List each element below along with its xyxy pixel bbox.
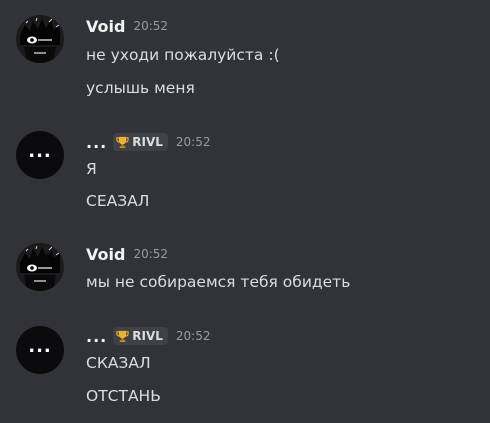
clan-tag-badge[interactable]: RIVL — [113, 327, 168, 345]
username[interactable]: Void — [86, 245, 125, 264]
message-text: услышь меня — [86, 79, 195, 97]
message-text: Я — [86, 160, 97, 178]
avatar[interactable]: ... — [16, 131, 64, 179]
timestamp[interactable]: 20:52 — [176, 329, 211, 343]
timestamp[interactable]: 20:52 — [133, 19, 168, 33]
avatar-label: ... — [28, 141, 52, 162]
username[interactable]: ... — [86, 327, 107, 346]
chat-message-list: Void 20:52 не уходи пожалуйста :( услышь… — [0, 0, 490, 423]
avatar-label: ... — [28, 336, 52, 357]
trophy-icon — [116, 136, 129, 148]
message-text: мы не собираемся тебя обидеть — [86, 273, 351, 291]
void-avatar-image — [16, 243, 64, 291]
message-header: Void 20:52 — [86, 243, 168, 265]
message-text: СКАЗАЛ — [86, 354, 151, 372]
timestamp[interactable]: 20:52 — [176, 135, 211, 149]
avatar[interactable]: ... — [16, 326, 64, 374]
message-header: ... RIVL 20:52 — [86, 325, 210, 347]
avatar[interactable] — [16, 243, 64, 291]
username[interactable]: ... — [86, 133, 107, 152]
timestamp[interactable]: 20:52 — [133, 247, 168, 261]
message-text: ОТСТАНЬ — [86, 387, 161, 405]
message-text: не уходи пожалуйста :( — [86, 46, 280, 64]
clan-tag-badge[interactable]: RIVL — [113, 133, 168, 151]
message-header: Void 20:52 — [86, 15, 168, 37]
message-header: ... RIVL 20:52 — [86, 131, 210, 153]
void-avatar-image — [16, 15, 64, 63]
trophy-icon — [116, 330, 129, 342]
username[interactable]: Void — [86, 17, 125, 36]
clan-tag-label: RIVL — [132, 329, 163, 343]
avatar[interactable] — [16, 15, 64, 63]
clan-tag-label: RIVL — [132, 135, 163, 149]
message-text: СЕАЗАЛ — [86, 192, 150, 210]
